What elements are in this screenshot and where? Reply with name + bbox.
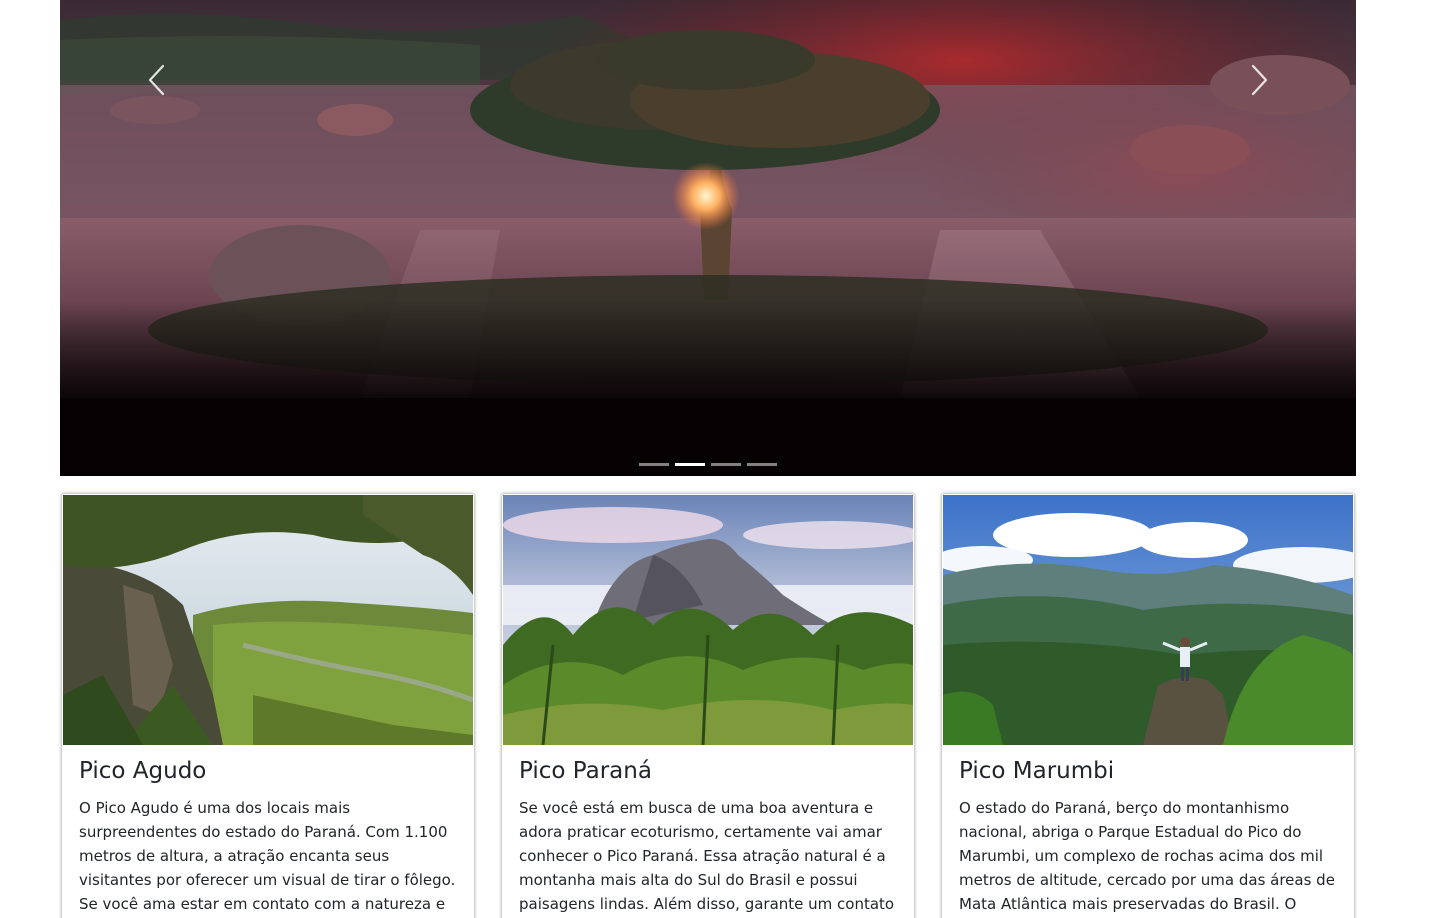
card-text: O estado do Paraná, berço do montanhismo… — [959, 798, 1335, 913]
card-image-pico-agudo — [63, 495, 473, 745]
carousel-prev-button[interactable] — [60, 0, 254, 160]
carousel-indicator-2[interactable] — [675, 463, 705, 466]
card-title: Pico Agudo — [79, 758, 207, 784]
carousel-indicator-4[interactable] — [747, 463, 777, 466]
card-pico-parana: Pico Paraná Se você está em busca de uma… — [501, 493, 915, 918]
card-body: Pico Paraná Se você está em busca de uma… — [519, 758, 899, 918]
card-pico-marumbi: Pico Marumbi O estado do Paraná, berço d… — [941, 493, 1355, 918]
chevron-right-icon — [1251, 64, 1268, 96]
hero-carousel[interactable] — [60, 0, 1356, 476]
chevron-left-icon — [148, 64, 165, 96]
card-pico-agudo: Pico Agudo O Pico Agudo é uma dos locais… — [61, 493, 475, 918]
carousel-indicators — [60, 463, 1356, 466]
card-body: Pico Agudo O Pico Agudo é uma dos locais… — [79, 758, 459, 918]
carousel-next-button[interactable] — [1162, 0, 1356, 160]
card-image-pico-parana — [503, 495, 913, 745]
page: Pico Agudo O Pico Agudo é uma dos locais… — [0, 0, 1436, 918]
carousel-indicator-3[interactable] — [711, 463, 741, 466]
card-title: Pico Paraná — [519, 758, 652, 784]
card-title: Pico Marumbi — [959, 758, 1115, 784]
card-body: Pico Marumbi O estado do Paraná, berço d… — [959, 758, 1339, 918]
card-text: O Pico Agudo é uma dos locais mais surpr… — [79, 798, 456, 913]
card-image-pico-marumbi — [943, 495, 1353, 745]
card-text: Se você está em busca de uma boa aventur… — [519, 798, 895, 913]
carousel-indicator-1[interactable] — [639, 463, 669, 466]
destination-cards: Pico Agudo O Pico Agudo é uma dos locais… — [60, 493, 1356, 918]
